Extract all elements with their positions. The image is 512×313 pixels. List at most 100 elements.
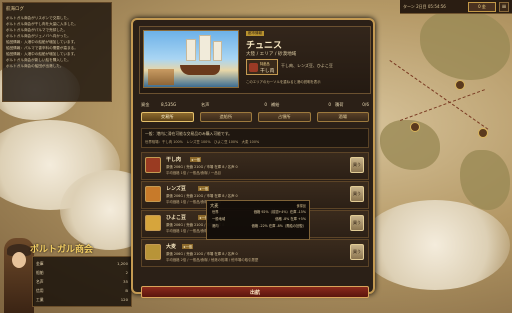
stat-row: 船舶 2 — [36, 268, 128, 277]
map-land — [420, 10, 510, 80]
goods-price-line: 原価 206G / 売値 210G / 市場 在庫 8 / 名声 0 — [166, 194, 238, 198]
port-icon[interactable] — [410, 122, 420, 132]
set-sail-button[interactable]: 出航 — [141, 286, 369, 298]
stat-value: 35 — [123, 279, 128, 284]
player-status-line: 資金 8,535G 名声 0 補給 0 積荷 0/6 — [141, 102, 369, 108]
tab-trade[interactable]: 交易所 — [141, 112, 194, 122]
money-label: 資金 — [141, 102, 150, 107]
buy-button[interactable]: 買う — [350, 186, 364, 202]
top-bar: ターン 2日目 05:54:56 0 金 ≡ — [400, 0, 512, 14]
goods-tooltip: 大麦 食糧品 世界 価格 92%（前週+4%）在庫 -15% 一般地域 価格 -8%… — [206, 200, 310, 240]
supply-value: 0 — [328, 102, 331, 107]
stat-row: 信用 B — [36, 286, 128, 295]
stat-row: 工業 120 — [36, 295, 128, 304]
market-info: 一般：港内に滞在可能な交易品のみ購入可能です。 世界相場：干し肉 100% レン… — [141, 128, 369, 148]
stat-row: 金庫 1,200 — [36, 259, 128, 268]
stat-value: B — [125, 288, 128, 293]
goods-name: 大麦 — [166, 244, 177, 250]
cargo-label: 積荷 — [335, 102, 344, 107]
sail-illustration — [213, 41, 222, 61]
stat-label: 金庫 — [36, 261, 44, 266]
buy-button[interactable]: 買う — [350, 157, 364, 173]
world-price-line: 世界相場：干し肉 100% レンズ豆 100% ひよこ豆 100% 大麦 100… — [145, 140, 260, 144]
city-name: チュニス — [246, 41, 283, 51]
goods-detail-line: 平均価格 1倍 / 一般品/食糧 / 一品目 — [166, 171, 222, 175]
dried-meat-icon — [145, 157, 161, 173]
info-badge: 都市情報 — [246, 31, 264, 36]
tooltip-row-value: 価格 -22% 在庫 -8%（需給の回復） — [251, 224, 306, 228]
goods-detail-line: 平均価格 1倍 / 一般品/食糧 — [166, 229, 208, 233]
trade-route — [400, 89, 485, 121]
city-dialog: 都市情報 チュニス 大陸 / エリア / 砂漠地域 特産品 干し肉 干し肉、レン… — [131, 18, 375, 298]
sail-illustration — [199, 35, 211, 61]
city-tabs: 交易所 造船所 占領所 酒場 — [141, 112, 369, 122]
stat-label: 信用 — [36, 288, 44, 293]
goods-tag: ★一般 — [182, 244, 194, 249]
stat-label: 工業 — [36, 297, 44, 302]
captain-face — [12, 252, 26, 268]
buy-button[interactable]: 買う — [350, 244, 364, 260]
barley-icon — [145, 244, 161, 260]
city-region: 大陸 / エリア / 砂漠地域 — [246, 52, 297, 57]
hull-illustration — [180, 65, 220, 75]
specialty-card[interactable]: 特産品 干し肉 — [246, 59, 278, 75]
stat-row: 名声 35 — [36, 277, 128, 286]
buy-button[interactable]: 買う — [350, 215, 364, 231]
tab-occupation[interactable]: 占領所 — [258, 112, 311, 122]
goods-row[interactable]: 大麦 ★一般 原価 206G / 売値 210G / 市場 在庫 8 / 名声 … — [141, 239, 369, 267]
fame-label: 名声 — [201, 102, 210, 107]
log-title: 航海ログ — [6, 7, 24, 12]
goods-tag: ★一般 — [198, 186, 210, 191]
fame-value: 0 — [264, 102, 267, 107]
goods-name: レンズ豆 — [166, 186, 186, 192]
cargo-value: 0/6 — [362, 102, 369, 107]
tab-shipyard[interactable]: 造船所 — [199, 112, 252, 122]
tooltip-row-label: 港内 — [212, 224, 219, 228]
menu-icon[interactable]: ≡ — [499, 1, 509, 12]
goods-row[interactable]: 干し肉 ★一般 原価 206G / 売値 210G / 市場 在庫 8 / 名声… — [141, 152, 369, 180]
city-header: 都市情報 チュニス 大陸 / エリア / 砂漠地域 特産品 干し肉 干し肉、レン… — [139, 26, 371, 94]
goods-name: ひよこ豆 — [166, 215, 187, 221]
chickpea-icon — [145, 215, 161, 231]
port-icon[interactable] — [455, 80, 465, 90]
stat-value: 1,200 — [117, 261, 128, 266]
company-stats: 金庫 1,200 船舶 2 名声 35 信用 B 工業 120 — [32, 256, 132, 307]
city-illustration — [143, 30, 239, 88]
tab-tavern[interactable]: 酒場 — [316, 112, 369, 122]
tooltip-tag: 食糧品 — [296, 204, 306, 208]
tooltip-row-label: 一般地域 — [212, 217, 226, 221]
goods-detail-line: 平均価格 2倍 / 一般品/食糧 / 他港の相場 / 他市場の取引履歴 — [166, 258, 259, 262]
city-description: このエリアのカーソルを重ねると港の説明を表示 — [246, 80, 321, 84]
trade-items: 干し肉、レンズ豆、ひよこ豆 — [281, 63, 333, 68]
log-line: ポルトガル商会の船団が出港した。 — [6, 64, 64, 68]
specialty-label: 特産品 — [260, 62, 270, 66]
lentil-icon — [145, 186, 161, 202]
stat-value: 120 — [120, 297, 128, 302]
gold-button[interactable]: 0 金 — [468, 1, 496, 12]
money-value: 8,535G — [161, 102, 177, 107]
town-illustration — [148, 69, 174, 85]
market-info-note: 一般：港内に滞在可能な交易品のみ購入可能です。 — [145, 131, 232, 136]
supply-label: 補給 — [271, 102, 280, 107]
sail-illustration — [186, 39, 196, 61]
stat-value: 2 — [125, 270, 128, 275]
map-land — [460, 150, 510, 210]
tooltip-row: 一般地域 価格 -8% 在庫 +5% — [210, 216, 306, 223]
goods-name: 干し肉 — [166, 157, 182, 163]
goods-price-line: 原価 206G / 売値 210G / 市場 在庫 8 / 名声 0 — [166, 165, 238, 169]
port-icon[interactable] — [478, 128, 488, 138]
company-name: ポルトガル商会 — [30, 245, 94, 255]
stat-label: 名声 — [36, 279, 44, 284]
goods-price-line: 原価 206G / 売値 210G / 市場 在庫 8 / 名声 0 — [166, 252, 238, 256]
meat-icon — [249, 63, 258, 72]
tooltip-row-label: 世界 — [212, 210, 219, 214]
stat-label: 船舶 — [36, 270, 44, 275]
voyage-log-panel: 航海ログ ポルトガル商会がリスボンで交易した。 ポルトガル商会が干し肉を大量に入… — [2, 2, 112, 102]
tooltip-row: 港内 価格 -22% 在庫 -8%（需給の回復） — [210, 223, 306, 230]
goods-tag: ★一般 — [190, 157, 202, 162]
tooltip-row-value: 価格 -8% 在庫 +5% — [275, 217, 306, 221]
map-cloud — [360, 200, 510, 290]
tooltip-row: 世界 価格 92%（前週+4%）在庫 -15% — [210, 209, 306, 216]
tooltip-row-value: 価格 92%（前週+4%）在庫 -15% — [253, 210, 306, 214]
specialty-value: 干し肉 — [260, 69, 275, 74]
